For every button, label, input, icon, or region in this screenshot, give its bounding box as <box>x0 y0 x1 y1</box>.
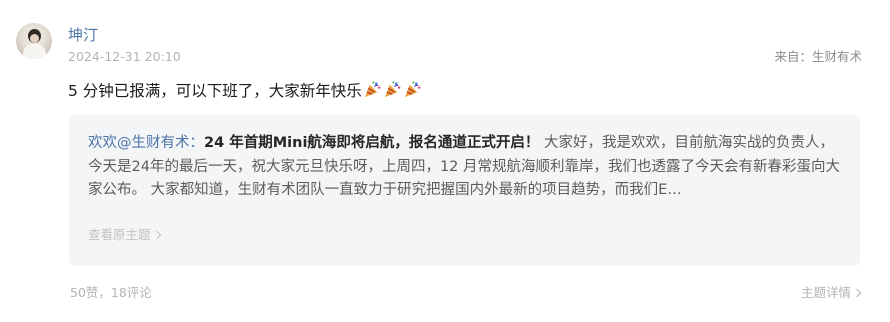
post-message: 5 分钟已报满，可以下班了，大家新年快乐 <box>68 80 422 105</box>
quoted-topic[interactable]: 欢欢@生财有术：24 年首期Mini航海即将启航，报名通道正式开启！ 大家好，我… <box>69 115 860 266</box>
topic-detail-link[interactable]: 主题详情 <box>800 285 862 301</box>
post-message-text: 5 分钟已报满，可以下班了，大家新年快乐 <box>68 82 362 100</box>
avatar[interactable] <box>16 23 52 59</box>
party-popper-icon <box>383 80 402 105</box>
avatar-face <box>30 34 39 43</box>
party-popper-icon <box>403 80 422 105</box>
topic-detail-label: 主题详情 <box>800 285 851 300</box>
view-original-topic-label: 查看原主题 <box>88 227 151 242</box>
chevron-right-icon <box>852 288 862 298</box>
post-timestamp: 2024-12-31 20:10 <box>68 49 181 64</box>
quoted-topic-author[interactable]: 欢欢@生财有术： <box>88 135 204 151</box>
avatar-body <box>23 44 46 59</box>
party-popper-icon <box>363 80 382 105</box>
quoted-topic-text: 欢欢@生财有术：24 年首期Mini航海即将启航，报名通道正式开启！ 大家好，我… <box>88 132 844 204</box>
chevron-right-icon <box>152 230 161 240</box>
post-card: 坤汀 2024-12-31 20:10 来自：生财有术 5 分钟已报满，可以下班… <box>0 0 890 322</box>
author-name[interactable]: 坤汀 <box>68 26 98 44</box>
post-stats[interactable]: 50赞，18评论 <box>70 285 152 301</box>
view-original-topic-link[interactable]: 查看原主题 <box>88 227 161 243</box>
post-source: 来自：生财有术 <box>774 49 862 64</box>
quoted-topic-title: 24 年首期Mini航海即将启航，报名通道正式开启！ <box>204 135 540 151</box>
